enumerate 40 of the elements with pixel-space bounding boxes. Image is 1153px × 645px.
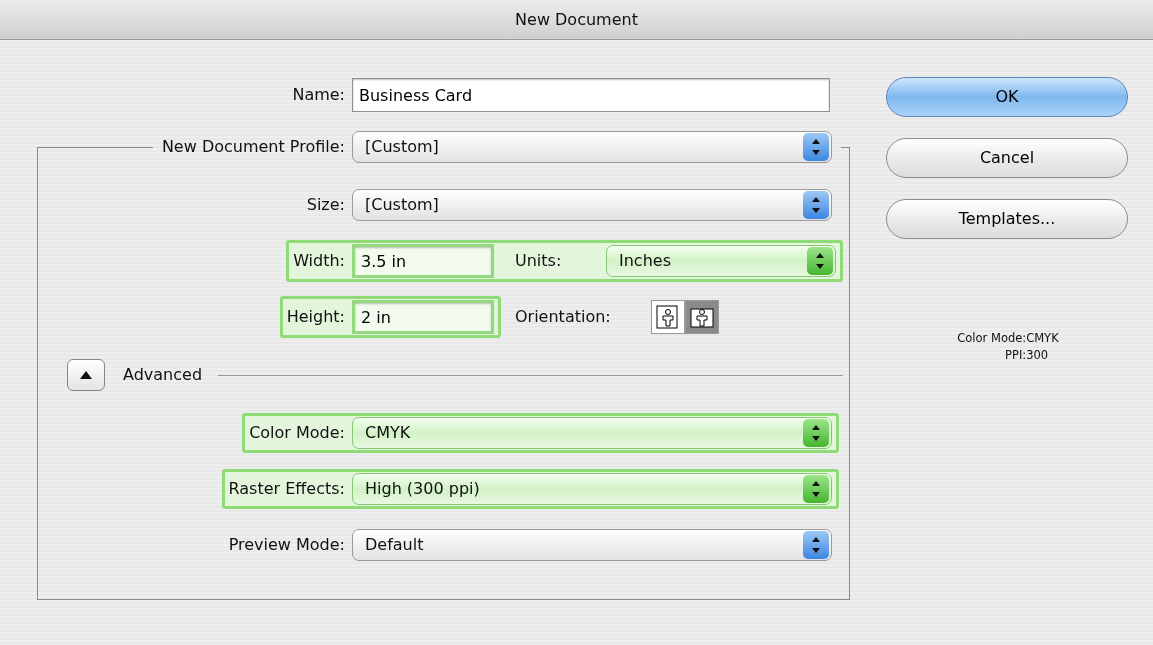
dialog-button[interactable]: Cancel [886, 138, 1128, 178]
portrait-button[interactable] [650, 300, 685, 334]
width-label: Width: [293, 250, 345, 272]
disclosure-button[interactable] [67, 359, 105, 391]
up-triangle-icon [79, 370, 93, 380]
dialog-button[interactable]: Templates... [886, 199, 1128, 239]
dropdown[interactable]: [Custom] [352, 189, 832, 221]
width-field[interactable]: 3.5 in [352, 244, 494, 278]
stepper-arrows-icon [803, 475, 829, 503]
name-label: Name: [292, 84, 345, 106]
advanced-label: Advanced [123, 364, 203, 386]
size-label: Size: [306, 194, 345, 216]
dropdown[interactable]: High (300 ppi) [352, 473, 832, 505]
stepper-arrows-icon [803, 419, 829, 447]
orientation-label: Orientation: [515, 306, 611, 328]
summary-label: Color Mode: [956, 330, 1027, 347]
landscape-button[interactable] [684, 300, 719, 334]
dialog-button[interactable]: OK [886, 77, 1128, 117]
stepper-arrows-icon [807, 247, 833, 275]
height-label: Height: [286, 306, 345, 328]
field-label: Preview Mode: [228, 534, 345, 556]
window-title: New Document [515, 8, 638, 31]
summary-label: PPI: [1004, 347, 1027, 365]
profile-label: New Document Profile: [161, 139, 345, 155]
person-icon [689, 305, 714, 329]
name-field[interactable]: Business Card [352, 78, 830, 112]
summary-value: CMYK [1026, 330, 1060, 347]
dropdown[interactable]: CMYK [352, 417, 832, 449]
dropdown[interactable]: Inches [606, 245, 836, 277]
stepper-arrows-icon [803, 191, 829, 219]
field-label: Raster Effects: [228, 478, 345, 500]
height-field[interactable]: 2 in [352, 300, 494, 334]
stepper-arrows-icon [803, 531, 829, 559]
summary-value: 300 [1026, 347, 1050, 365]
field-label: Color Mode: [249, 422, 345, 444]
units-label: Units: [515, 250, 563, 272]
dropdown[interactable]: Default [352, 529, 832, 561]
stepper-arrows-icon [803, 133, 829, 161]
dropdown[interactable]: [Custom] [352, 131, 832, 163]
person-icon [655, 305, 680, 329]
